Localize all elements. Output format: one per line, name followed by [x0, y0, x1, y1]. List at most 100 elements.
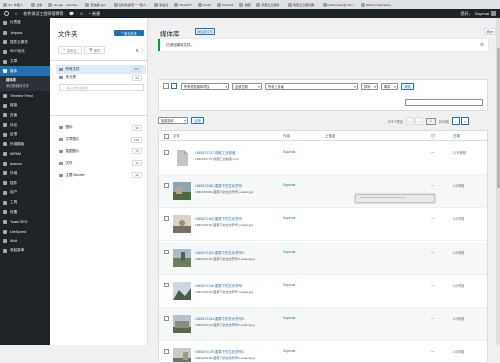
sidebar-item[interactable]: 反馈 — [0, 130, 50, 140]
row-checkbox[interactable] — [164, 349, 169, 354]
bookmark-item[interactable]: Eharmi Repository... — [361, 2, 393, 7]
uploader-select[interactable]: 所有上传者 — [265, 83, 358, 90]
image-thumbnail[interactable] — [173, 348, 191, 362]
sidebar-item[interactable]: Timeline Feed — [0, 91, 50, 101]
column-comments[interactable]: 💬 — [431, 134, 435, 138]
sidebar-item[interactable]: 用户 — [0, 188, 50, 198]
row-checkbox[interactable] — [164, 282, 169, 288]
column-author[interactable]: 作者 — [283, 134, 290, 139]
column-date[interactable]: 日期 — [453, 134, 460, 139]
folder-item[interactable]: 图标 99 — [56, 122, 146, 134]
folder-item[interactable]: 主题 Banner 40 — [56, 169, 146, 181]
new-content-link[interactable]: + 新建 — [89, 11, 100, 17]
bookmark-item[interactable]: ChatGPT — [174, 2, 192, 7]
sidebar-item[interactable]: 工具 — [0, 198, 50, 208]
folder-search-input[interactable]: ⌕ 输入文件夹名称 — [59, 84, 144, 91]
image-thumbnail[interactable] — [173, 248, 191, 267]
bookmark-item[interactable]: 地图 — [239, 2, 250, 7]
filter-button[interactable]: 筛选 — [401, 83, 414, 90]
media-search-input[interactable] — [405, 99, 483, 106]
new-folder-button[interactable]: + 新文件夹 — [114, 30, 144, 36]
folder-item[interactable]: 文件 12 — [56, 157, 146, 169]
row-checkbox[interactable] — [164, 216, 169, 221]
sidebar-item[interactable]: 插件 — [0, 178, 50, 188]
last-page-button[interactable]: » — [460, 117, 469, 125]
sidebar-item[interactable]: Jetpack — [0, 28, 50, 38]
comments-icon[interactable]: 💬 — [69, 11, 74, 16]
bulk-action-select[interactable]: 批量操作 — [158, 117, 188, 124]
sidebar-item[interactable]: Yoast SEO — [0, 217, 50, 227]
dismiss-notice-icon[interactable]: ⊗ — [480, 42, 484, 48]
sidebar-item[interactable]: 外观 — [0, 169, 50, 179]
media-title-link[interactable]: 1683470152-图算下的文化符号4 — [195, 250, 244, 255]
sidebar-item[interactable]: 链接 — [0, 101, 50, 111]
apply-bulk-button[interactable]: 应用 — [191, 117, 204, 124]
sidebar-item[interactable]: 页面 — [0, 111, 50, 121]
media-title-link[interactable]: 1683470737-视频工业制造 — [195, 150, 235, 155]
image-thumbnail[interactable] — [173, 281, 191, 300]
video-file-icon[interactable] — [173, 149, 191, 167]
media-author-link[interactable]: Sayenal — [283, 283, 295, 287]
home-icon[interactable]: ⌂ — [15, 11, 17, 16]
image-thumbnail[interactable] — [173, 182, 191, 201]
media-author-link[interactable]: Sayenal — [283, 250, 295, 254]
folder-all-files[interactable]: 所有文件 673 — [56, 65, 146, 74]
current-page-input[interactable]: 1 — [425, 117, 436, 125]
help-tab-button[interactable]: 帮助 ▾ — [484, 28, 496, 35]
bookmark-item[interactable]: 奇迹鹿 app... — [85, 2, 108, 7]
bookmark-item[interactable]: YouTube — [216, 2, 233, 7]
media-title-link[interactable]: 1683470146-图算下的文化符号 — [195, 283, 242, 288]
user-account-menu[interactable]: 您好， Sayenal — [461, 11, 496, 17]
row-checkbox[interactable] — [164, 183, 169, 188]
orderby-select[interactable]: 排序 — [361, 83, 378, 90]
list-view-icon[interactable] — [163, 83, 169, 89]
page-scrollbar[interactable] — [496, 18, 500, 345]
sidebar-item[interactable]: 评论 — [0, 120, 50, 130]
sort-folders-icon[interactable]: ⇅ ⋮ — [136, 48, 144, 53]
media-author-link[interactable]: Sayenal — [283, 316, 295, 320]
sidebar-item[interactable]: LiteSpeed — [0, 227, 50, 237]
order-select[interactable]: 降序 — [381, 83, 398, 90]
sidebar-item[interactable]: 设置 — [0, 207, 50, 217]
date-select[interactable]: 全部日期 — [232, 83, 262, 90]
bookmark-item[interactable]: Gmail — [197, 2, 211, 7]
bookmark-item[interactable]: 新站点 — [154, 2, 168, 7]
sidebar-item[interactable]: 媒体 — [0, 66, 50, 77]
media-type-select[interactable]: 所有类型媒体项目 — [181, 83, 229, 90]
sidebar-item[interactable]: Autumn — [0, 159, 50, 169]
sidebar-item[interactable]: 收起菜单 — [0, 246, 50, 256]
sidebar-item[interactable]: SEO优化 — [0, 47, 50, 57]
folder-item[interactable]: 插图图片 73 — [56, 146, 146, 158]
row-checkbox[interactable] — [164, 150, 169, 155]
media-author-link[interactable]: Sayenal — [283, 150, 295, 154]
media-title-link[interactable]: 1683470160-图算下的文化符号 — [195, 216, 242, 221]
sidebar-item[interactable]: 仪表盘 — [0, 18, 50, 28]
row-checkbox[interactable] — [164, 249, 169, 255]
media-title-link[interactable]: 1683470382-图算下的文化符号 — [195, 183, 242, 188]
sidebar-subitem[interactable]: 添加新媒体文件 — [0, 83, 50, 89]
media-title-link[interactable]: 1683470144-图算下的文化符号3 — [195, 316, 244, 321]
bookmark-item[interactable]: 百科新发现一一纸人... — [113, 2, 148, 7]
rename-folder-button[interactable]: ✎ 重命名 — [58, 46, 82, 54]
select-all-checkbox[interactable] — [164, 134, 169, 139]
bookmark-item[interactable]: JLY 中国人... — [3, 2, 25, 7]
add-new-media-button[interactable]: 添加新文件 — [195, 28, 215, 35]
sidebar-item[interactable]: WPAM — [0, 149, 50, 159]
next-page-button[interactable]: › — [451, 117, 460, 125]
media-author-link[interactable]: Sayenal — [283, 216, 295, 220]
image-thumbnail[interactable] — [173, 315, 191, 333]
media-author-link[interactable]: Sayenal — [283, 183, 295, 187]
media-title-link[interactable]: 1683470139-图算下的文化符号2 — [195, 349, 244, 354]
sidebar-item[interactable]: Wolf — [0, 236, 50, 246]
image-thumbnail[interactable] — [173, 215, 191, 234]
comments-count[interactable]: 0 — [80, 11, 82, 16]
media-author-link[interactable]: Sayenal — [283, 349, 295, 353]
bookmark-item[interactable]: 阿里云云服务... — [256, 2, 282, 7]
row-checkbox[interactable] — [164, 316, 169, 321]
grid-view-icon[interactable] — [171, 83, 177, 89]
delete-folder-button[interactable]: 🗑 删除 — [83, 46, 106, 54]
sidebar-item[interactable]: 外观模板 — [0, 140, 50, 150]
sidebar-item[interactable]: 插件云服务 — [0, 37, 50, 47]
scrollbar-thumb[interactable] — [496, 48, 500, 188]
column-file[interactable]: 文件 — [173, 134, 180, 139]
